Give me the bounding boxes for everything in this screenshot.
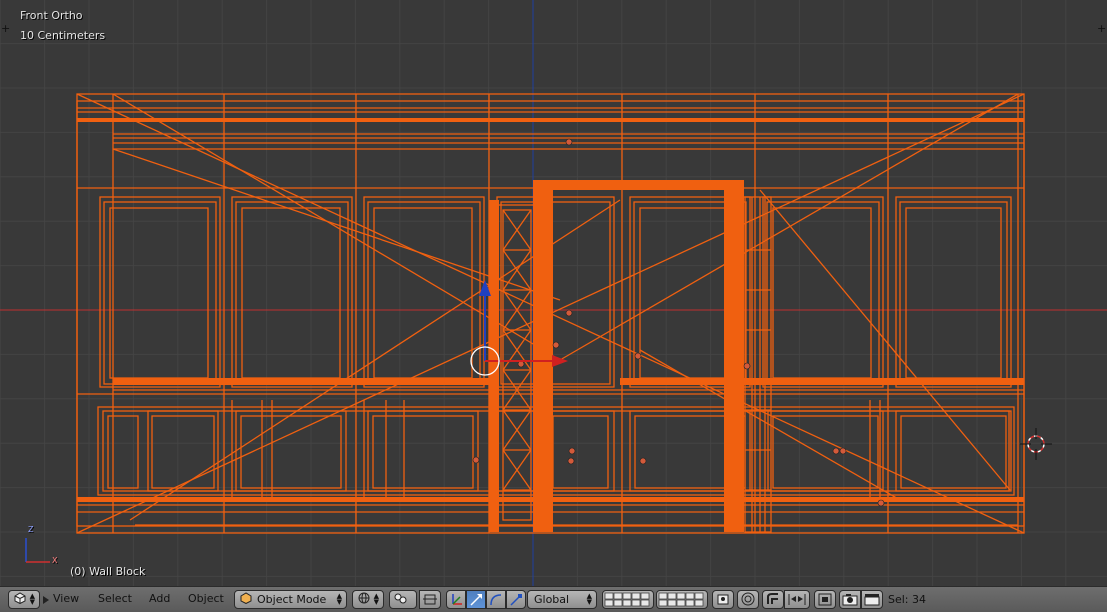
pivot-icon [394, 592, 407, 607]
orientation-label: Global [534, 593, 570, 606]
opengl-render-icon[interactable] [839, 590, 861, 609]
3d-cursor-icon[interactable] [1020, 428, 1052, 460]
grid-scale: 10 Centimeters [20, 29, 106, 42]
area-split-icon[interactable]: + [1, 23, 10, 34]
menu-view[interactable]: View [53, 592, 79, 605]
view-name: Front Ortho [20, 9, 83, 22]
axis-z-label: Z [28, 525, 34, 534]
transform-orientation-selector[interactable]: Global ▲ ▼ [527, 590, 597, 609]
pivot-point-selector[interactable] [389, 590, 417, 609]
snap-element-selector[interactable] [784, 590, 810, 609]
translate-manipulator-icon[interactable] [466, 590, 486, 609]
menu-select[interactable]: Select [98, 592, 132, 605]
proportional-editing-icon[interactable] [737, 590, 759, 609]
opengl-animation-icon[interactable] [861, 590, 883, 609]
active-object-name: (0) Wall Block [70, 565, 146, 578]
selection-count: Sel: 34 [888, 593, 927, 606]
mode-selector[interactable]: Object Mode ▲ ▼ [234, 590, 347, 609]
scene-layers-grid-1[interactable] [602, 590, 654, 609]
snap-toggle-icon[interactable] [762, 590, 784, 609]
axis-orientation-widget [25, 538, 50, 563]
mode-label: Object Mode [257, 593, 327, 606]
area-split-icon[interactable]: + [1097, 23, 1106, 34]
3d-viewport[interactable]: Front Ortho 10 Centimeters (0) Wall Bloc… [0, 0, 1107, 586]
scale-manipulator-icon[interactable] [506, 590, 526, 609]
manipulator-toggle-icon[interactable] [446, 590, 466, 609]
pivot-manipulate-center-icon[interactable] [419, 590, 441, 609]
shading-sphere-icon [358, 592, 370, 607]
object-mode-icon [240, 592, 252, 607]
3d-view-icon [14, 592, 26, 607]
layer-lock-icon[interactable] [712, 590, 734, 609]
3d-view-header: ▲ ▼ View Select Add Object Object Mode ▲ ▼… [0, 586, 1107, 612]
axis-x-label: X [52, 556, 58, 565]
wall-block-wireframe[interactable] [0, 0, 1107, 586]
collapse-menus-icon[interactable] [42, 590, 52, 609]
menu-object[interactable]: Object [188, 592, 224, 605]
snap-target-icon[interactable] [814, 590, 836, 609]
rotate-manipulator-icon[interactable] [486, 590, 506, 609]
viewport-shading-selector[interactable]: ▲ ▼ [352, 590, 384, 609]
menu-add[interactable]: Add [149, 592, 170, 605]
editor-type-selector[interactable]: ▲ ▼ [8, 590, 40, 609]
scene-layers-grid-2[interactable] [656, 590, 708, 609]
